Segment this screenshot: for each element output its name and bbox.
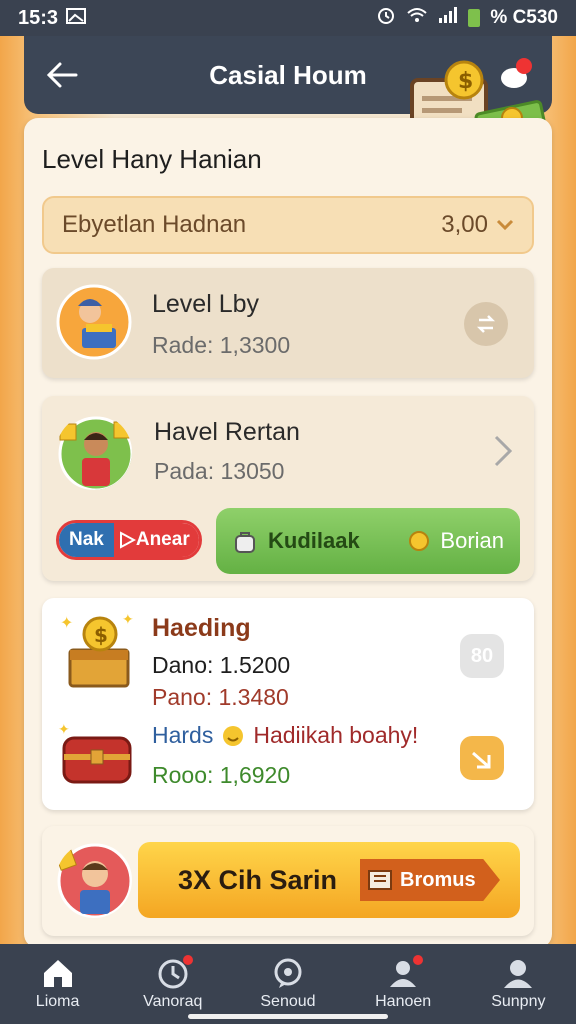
havel-card: Havel Rertan Pada: 13050 Nak Anear Kudil… bbox=[42, 396, 534, 581]
image-icon bbox=[66, 7, 87, 30]
battery-icon bbox=[468, 9, 481, 27]
red-chest-icon: ✦ bbox=[58, 722, 132, 784]
green-right-label: Borian bbox=[440, 528, 504, 553]
hadis-label: Hards bbox=[152, 722, 214, 748]
status-right-text: % C530 bbox=[490, 7, 558, 28]
main-panel: Level Hany Hanian Ebyetlan Hadnan 3,00 L… bbox=[24, 118, 552, 948]
badge-button[interactable]: 80 bbox=[460, 634, 504, 678]
level-card[interactable]: Level Lby Rade: 1,3300 bbox=[42, 268, 534, 378]
chat-icon bbox=[274, 958, 302, 988]
avatar bbox=[56, 284, 132, 360]
svg-text:✦: ✦ bbox=[58, 722, 70, 738]
status-time: 15:3 bbox=[18, 6, 59, 29]
alarm-icon bbox=[376, 5, 396, 31]
bag-icon bbox=[235, 532, 255, 553]
haeding-card-title: Haeding bbox=[152, 614, 251, 642]
badge-label: 80 bbox=[470, 644, 494, 667]
green-left-label: Kudilaak bbox=[268, 528, 360, 553]
havel-card-title: Havel Rertan bbox=[154, 418, 300, 446]
level-selector[interactable]: Ebyetlan Hadnan 3,00 bbox=[42, 196, 534, 254]
bonus-card[interactable]: 3X Cih Sarin Bromus bbox=[42, 826, 534, 936]
selector-value: 3,00 bbox=[441, 211, 488, 238]
nav-label-home: Lioma bbox=[35, 993, 80, 1010]
havel-card-open-button[interactable] bbox=[492, 434, 514, 473]
wifi-icon bbox=[406, 6, 428, 30]
haeding-card: $ ✦ ✦ Haeding Dano: 1.5200 Pano: 1.3480 … bbox=[42, 598, 534, 810]
nav-item-home[interactable]: Lioma bbox=[8, 957, 108, 1011]
treasure-chest-icon: $ ✦ ✦ bbox=[60, 614, 134, 688]
nav-item-sunpny[interactable]: Sunpny bbox=[468, 957, 568, 1011]
havel-card-subtitle: Pada: 13050 bbox=[154, 458, 285, 484]
chevron-right-icon bbox=[494, 435, 513, 467]
collect-button[interactable] bbox=[460, 736, 504, 780]
kudilaak-button[interactable]: Kudilaak Borian bbox=[216, 508, 520, 574]
hadis-text: Hadiikah boahy! bbox=[253, 722, 419, 748]
smile-icon bbox=[223, 725, 244, 746]
nav-item-vanoraq[interactable]: Vanoraq bbox=[123, 955, 223, 1011]
notification-dot bbox=[413, 955, 424, 965]
bell-badge-icon bbox=[501, 58, 532, 88]
svg-text:$: $ bbox=[94, 623, 108, 647]
exchange-button[interactable] bbox=[464, 302, 508, 346]
coin-icon bbox=[409, 531, 430, 551]
home-indicator[interactable] bbox=[188, 1014, 388, 1019]
arrow-left-icon bbox=[46, 62, 78, 88]
haeding-line3: Rooo: 1,6920 bbox=[152, 762, 291, 788]
svg-text:$: $ bbox=[458, 69, 473, 94]
hadis-row: Hards Hadiikah boahy! bbox=[152, 722, 418, 749]
play-icon bbox=[119, 531, 136, 549]
nav-label-senoud: Senoud bbox=[260, 993, 316, 1010]
back-button[interactable] bbox=[32, 45, 92, 105]
section-title: Level Hany Hanian bbox=[42, 144, 262, 174]
svg-text:✦: ✦ bbox=[60, 614, 73, 632]
user-icon bbox=[504, 960, 533, 988]
level-card-title: Level Lby bbox=[152, 290, 260, 318]
notification-button[interactable] bbox=[496, 54, 536, 94]
haeding-line1: Dano: 1.5200 bbox=[152, 652, 291, 678]
bonus-text: 3X Cih Sarin bbox=[178, 864, 338, 895]
level-card-subtitle: Rade: 1,3300 bbox=[152, 332, 291, 358]
avatar bbox=[56, 843, 132, 918]
ticket-icon bbox=[368, 870, 392, 890]
bonus-banner[interactable]: 3X Cih Sarin Bromus bbox=[138, 842, 520, 918]
bonus-tag-button[interactable]: Bromus bbox=[360, 859, 500, 901]
home-icon bbox=[43, 960, 72, 987]
nav-item-hanoen[interactable]: Hanoen bbox=[353, 955, 453, 1011]
avatar bbox=[58, 416, 132, 490]
nav-label-vanoraq: Vanoraq bbox=[143, 993, 203, 1010]
status-bar: 15:3 % C530 bbox=[0, 0, 576, 36]
pill-left-label: Nak bbox=[59, 523, 114, 557]
nav-item-senoud[interactable]: Senoud bbox=[238, 957, 338, 1011]
chevron-down-icon bbox=[496, 214, 514, 237]
nav-label-sunpny: Sunpny bbox=[491, 993, 546, 1010]
notification-dot bbox=[182, 955, 193, 965]
bottom-nav: Lioma Vanoraq Senoud Hanoen Sunpny bbox=[0, 944, 576, 1024]
exchange-icon bbox=[476, 315, 496, 333]
nav-label-hanoen: Hanoen bbox=[375, 993, 432, 1010]
bonus-tag-label: Bromus bbox=[400, 868, 476, 891]
signal-icon bbox=[438, 6, 458, 30]
haeding-line2: Pano: 1.3480 bbox=[152, 684, 289, 710]
trend-arrow-icon bbox=[472, 751, 491, 769]
svg-text:✦: ✦ bbox=[122, 614, 134, 628]
nak-anear-button[interactable]: Nak Anear bbox=[56, 520, 202, 560]
pill-right-label: Anear bbox=[135, 529, 190, 550]
selector-label: Ebyetlan Hadnan bbox=[62, 211, 247, 238]
